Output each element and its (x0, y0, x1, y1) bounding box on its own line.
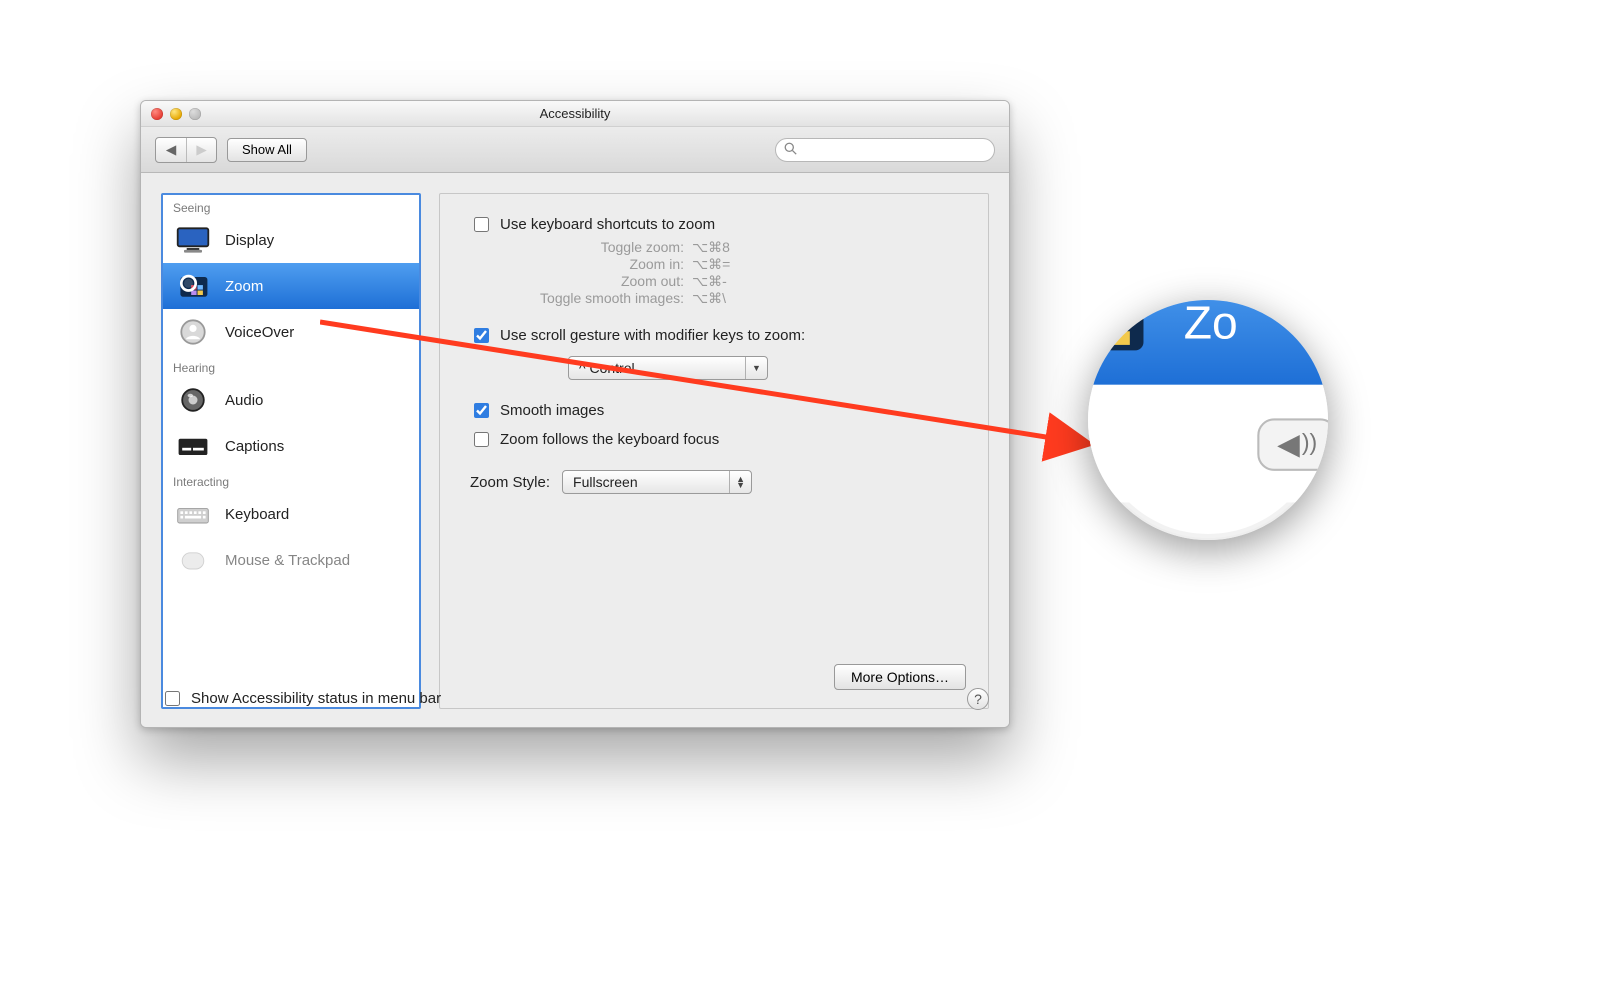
search-input[interactable] (803, 141, 986, 158)
checkbox-label: Show Accessibility status in menu bar (191, 690, 441, 707)
magnified-sidebar-item-zoom: Zo (1088, 300, 1328, 385)
checkbox-label: Zoom follows the keyboard focus (500, 431, 719, 448)
magnifier-callout: Zo ◀)) (1088, 300, 1328, 540)
search-field[interactable] (775, 138, 995, 162)
sidebar-group-interacting: Interacting (163, 469, 419, 491)
audio-icon (173, 382, 213, 418)
sidebar-item-keyboard[interactable]: Keyboard (163, 491, 419, 537)
dropdown-selected: Fullscreen (563, 474, 668, 490)
shortcut-label: Zoom in: (502, 256, 692, 273)
checkbox-label: Smooth images (500, 402, 604, 419)
close-window-icon[interactable] (151, 108, 163, 120)
voiceover-icon (173, 314, 213, 350)
search-icon (784, 142, 797, 158)
shortcut-value: ⌥⌘\ (692, 290, 726, 307)
shortcut-value: ⌥⌘- (692, 273, 727, 290)
nav-back-button[interactable]: ◀ (156, 138, 186, 162)
chevron-left-icon: ◀ (166, 142, 176, 158)
show-all-button[interactable]: Show All (227, 138, 307, 162)
chevron-down-icon: ▼ (745, 357, 767, 379)
use-scroll-gesture-checkbox[interactable]: Use scroll gesture with modifier keys to… (470, 325, 966, 346)
keyboard-icon (173, 496, 213, 532)
magnifier-content: Zo ◀)) (1088, 300, 1328, 502)
window-title: Accessibility (540, 106, 611, 121)
minimize-window-icon[interactable] (170, 108, 182, 120)
sidebar-item-label: Captions (225, 438, 284, 455)
checkbox-label: Use keyboard shortcuts to zoom (500, 216, 715, 233)
zoom-style-dropdown[interactable]: Fullscreen ▲▼ (562, 470, 752, 494)
checkbox-input[interactable] (474, 217, 489, 232)
scroll-modifier-dropdown[interactable]: ^ Control ▼ (568, 356, 768, 380)
captions-icon (173, 428, 213, 464)
sidebar-item-mouse-trackpad[interactable]: Mouse & Trackpad (163, 537, 419, 583)
chevron-right-icon: ▶ (196, 142, 206, 158)
sidebar-item-label: Display (225, 232, 274, 249)
nav-back-forward: ◀ ▶ (155, 137, 217, 163)
checkbox-input[interactable] (165, 691, 180, 706)
display-icon (173, 222, 213, 258)
shortcut-value: ⌥⌘8 (692, 239, 730, 256)
shortcut-label: Toggle smooth images: (502, 290, 692, 307)
window-toolbar: ◀ ▶ Show All (141, 127, 1009, 173)
window-titlebar: Accessibility (141, 101, 1009, 127)
checkbox-label: Use scroll gesture with modifier keys to… (500, 327, 805, 344)
window-bottom-bar: Show Accessibility status in menu bar ? (161, 684, 989, 713)
accessibility-window: Accessibility ◀ ▶ Show All Seeing (140, 100, 1010, 728)
sidebar-item-label: Mouse & Trackpad (225, 552, 350, 569)
use-keyboard-shortcuts-checkbox[interactable]: Use keyboard shortcuts to zoom (470, 214, 966, 235)
voiceover-icon: ◀)) (1258, 417, 1328, 470)
nav-forward-button[interactable]: ▶ (186, 138, 216, 162)
shortcut-value: ⌥⌘= (692, 256, 730, 273)
sidebar-group-seeing: Seeing (163, 195, 419, 217)
sidebar-group-hearing: Hearing (163, 355, 419, 377)
sidebar-item-voiceover[interactable]: VoiceOver (163, 309, 419, 355)
sidebar-item-label: Zoom (225, 278, 263, 295)
magnified-sidebar-item-voiceover: ◀)) (1088, 385, 1328, 503)
dropdown-selected: ^ Control (569, 360, 665, 376)
window-traffic-lights (151, 108, 201, 120)
shortcut-label: Toggle zoom: (502, 239, 692, 256)
sidebar-item-label: Keyboard (225, 506, 289, 523)
sidebar-item-audio[interactable]: Audio (163, 377, 419, 423)
sidebar-item-label: VoiceOver (225, 324, 294, 341)
updown-icon: ▲▼ (729, 471, 751, 493)
shortcut-label: Zoom out: (502, 273, 692, 290)
zoom-style-label: Zoom Style: (470, 474, 550, 491)
checkbox-input[interactable] (474, 432, 489, 447)
smooth-images-checkbox[interactable]: Smooth images (470, 400, 966, 421)
sidebar-item-label: Audio (225, 392, 263, 409)
zoom-follows-focus-checkbox[interactable]: Zoom follows the keyboard focus (470, 429, 966, 450)
sidebar-item-display[interactable]: Display (163, 217, 419, 263)
magnified-label: Zo (1184, 300, 1238, 351)
zoom-settings-panel: Use keyboard shortcuts to zoom Toggle zo… (439, 193, 989, 709)
zoom-window-icon[interactable] (189, 108, 201, 120)
mouse-icon (173, 542, 213, 578)
keyboard-shortcuts-list: Toggle zoom:⌥⌘8 Zoom in:⌥⌘= Zoom out:⌥⌘-… (502, 239, 966, 307)
question-mark-icon: ? (974, 691, 982, 707)
window-content: Seeing Display Zoom (141, 173, 1009, 727)
category-sidebar[interactable]: Seeing Display Zoom (161, 193, 421, 709)
zoom-icon (1088, 300, 1154, 376)
zoom-icon (173, 268, 213, 304)
checkbox-input[interactable] (474, 328, 489, 343)
sidebar-item-zoom[interactable]: Zoom (163, 263, 419, 309)
help-button[interactable]: ? (967, 688, 989, 710)
checkbox-input[interactable] (474, 403, 489, 418)
show-status-menubar-checkbox[interactable]: Show Accessibility status in menu bar (161, 688, 441, 709)
sidebar-item-captions[interactable]: Captions (163, 423, 419, 469)
